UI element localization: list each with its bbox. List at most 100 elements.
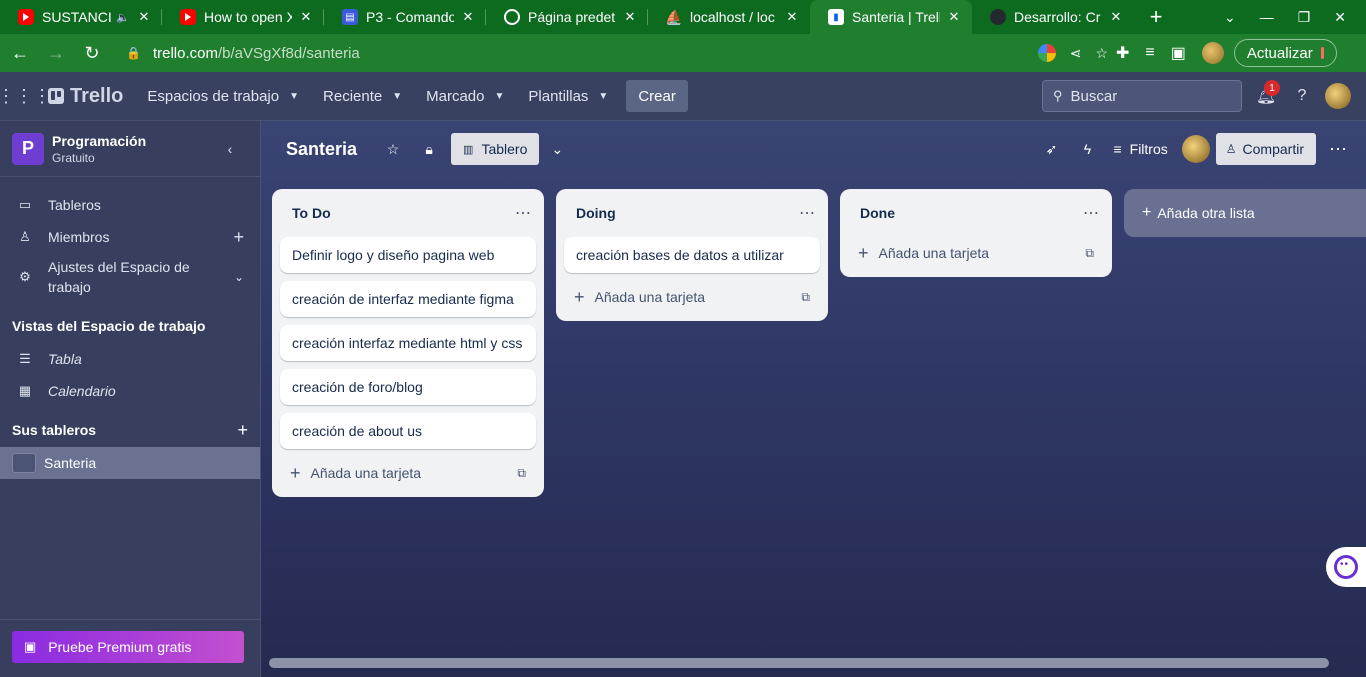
update-button[interactable]: Actualizar: [1233, 39, 1337, 67]
tab-search-icon[interactable]: ⌄: [1224, 9, 1236, 26]
menu-starred[interactable]: Marcado ▼: [414, 80, 516, 112]
google-icon[interactable]: [1037, 44, 1056, 62]
close-window-icon[interactable]: ✕: [1334, 9, 1346, 26]
menu-recent[interactable]: Reciente ▼: [311, 80, 414, 112]
sidebar-item-table[interactable]: ☰ Tabla: [0, 343, 260, 375]
browser-tab[interactable]: Página predet ✕: [486, 0, 648, 34]
card-template-icon[interactable]: ⧉: [1085, 246, 1094, 261]
new-tab-button[interactable]: +: [1140, 4, 1172, 30]
close-tab-icon[interactable]: ✕: [1108, 9, 1124, 25]
close-tab-icon[interactable]: ✕: [298, 9, 314, 25]
lock-icon[interactable]: 🔒: [126, 46, 141, 60]
add-card-button[interactable]: + Añada una tarjeta ⧉: [280, 457, 536, 489]
document-icon: ▤: [342, 9, 358, 25]
browser-tab[interactable]: ⛵ localhost / loc ✕: [648, 0, 810, 34]
add-list-button[interactable]: + Añada otra lista: [1124, 189, 1366, 237]
notifications-button[interactable]: 🔔︎ 1: [1248, 78, 1284, 114]
assistant-bubble[interactable]: [1326, 547, 1366, 587]
tab-title: How to open X: [204, 9, 292, 25]
sidebar-item-settings[interactable]: ⚙ Ajustes del Espacio de trabajo ⌄: [0, 253, 260, 301]
list-title[interactable]: To Do: [292, 205, 331, 221]
side-panel-icon[interactable]: ▣: [1171, 43, 1186, 63]
list-title[interactable]: Done: [860, 205, 895, 221]
list-menu-icon[interactable]: ⋯: [515, 203, 532, 223]
add-member-button[interactable]: +: [233, 227, 244, 248]
workspace-header: P Programación Gratuito ‹: [0, 121, 260, 177]
board-thumbnail: [12, 453, 36, 473]
restore-icon[interactable]: ❐: [1298, 9, 1311, 26]
youtube-icon: [180, 9, 196, 25]
star-icon[interactable]: ☆: [375, 133, 411, 165]
extensions-icon[interactable]: ✚: [1116, 43, 1129, 63]
more-options-icon[interactable]: ⋯: [1320, 139, 1356, 160]
card[interactable]: creación de foro/blog: [280, 369, 536, 405]
menu-templates[interactable]: Plantillas ▼: [516, 80, 620, 112]
create-button[interactable]: Crear: [626, 80, 688, 112]
filters-button[interactable]: ≡ Filtros: [1105, 133, 1175, 165]
profile-avatar[interactable]: [1201, 42, 1224, 64]
chevron-down-icon[interactable]: ⌄: [539, 133, 575, 165]
list-todo: To Do ⋯ Definir logo y diseño pagina web…: [272, 189, 544, 497]
browser-toolbar: ← → ↻ 🔒 trello.com/b/aVSgXf8d/santeria ⋖…: [0, 34, 1366, 72]
url-text[interactable]: trello.com/b/aVSgXf8d/santeria: [153, 45, 360, 62]
address-bar[interactable]: 🔒 trello.com/b/aVSgXf8d/santeria ⋖ ☆: [116, 38, 1116, 68]
account-button[interactable]: [1320, 78, 1356, 114]
menu-workspaces[interactable]: Espacios de trabajo ▼: [135, 80, 311, 112]
card[interactable]: creación de interfaz mediante figma: [280, 281, 536, 317]
card[interactable]: creación bases de datos a utilizar: [564, 237, 820, 273]
back-icon[interactable]: ←: [4, 37, 36, 69]
share-button[interactable]: ♙ Compartir: [1215, 133, 1316, 165]
bookmark-star-icon[interactable]: ☆: [1095, 45, 1108, 62]
add-board-button[interactable]: +: [237, 420, 248, 441]
help-icon[interactable]: ?: [1284, 78, 1320, 114]
close-tab-icon[interactable]: ✕: [946, 9, 962, 25]
close-tab-icon[interactable]: ✕: [784, 9, 800, 25]
automation-icon[interactable]: ϟ: [1069, 133, 1105, 165]
speaker-icon[interactable]: 🔈: [116, 11, 130, 24]
tab-title: Santeria | Trell: [852, 9, 940, 25]
media-control-icon[interactable]: ≡: [1145, 44, 1154, 62]
browser-tab[interactable]: How to open X ✕: [162, 0, 324, 34]
card[interactable]: creación interfaz mediante html y css: [280, 325, 536, 361]
close-tab-icon[interactable]: ✕: [622, 9, 638, 25]
card[interactable]: creación de about us: [280, 413, 536, 449]
browser-tab[interactable]: Desarrollo: Cr ✕: [972, 0, 1134, 34]
list-title[interactable]: Doing: [576, 205, 616, 221]
search-input[interactable]: ⚲ Buscar: [1042, 80, 1242, 112]
collapse-sidebar-button[interactable]: ‹: [216, 135, 244, 163]
app-switcher-icon[interactable]: ⋮⋮⋮: [0, 72, 51, 120]
add-card-button[interactable]: + Añada una tarjeta ⧉: [564, 281, 820, 313]
card-template-icon[interactable]: ⧉: [801, 290, 810, 305]
power-ups-icon[interactable]: ➶: [1033, 133, 1069, 165]
sidebar-item-members[interactable]: ♙ Miembros +: [0, 221, 260, 253]
premium-button[interactable]: ▣ Pruebe Premium gratis: [12, 631, 244, 663]
share-icon[interactable]: ⋖: [1070, 45, 1082, 62]
list-menu-icon[interactable]: ⋯: [799, 203, 816, 223]
board-title[interactable]: Santeria: [286, 139, 357, 160]
sidebar-board-santeria[interactable]: Santeria: [0, 447, 260, 479]
forward-icon[interactable]: →: [40, 37, 72, 69]
reload-icon[interactable]: ↻: [76, 37, 108, 69]
workspace-badge[interactable]: P: [12, 132, 44, 165]
sidebar-views-title: Vistas del Espacio de trabajo: [12, 318, 206, 334]
browser-tab[interactable]: ▤ P3 - Comandos ✕: [324, 0, 486, 34]
minimize-icon[interactable]: —: [1260, 9, 1274, 25]
card[interactable]: Definir logo y diseño pagina web: [280, 237, 536, 273]
close-tab-icon[interactable]: ✕: [136, 9, 152, 25]
close-tab-icon[interactable]: ✕: [460, 9, 476, 25]
chevron-down-icon[interactable]: ⌄: [234, 270, 244, 284]
browser-tab-active[interactable]: ▮ Santeria | Trell ✕: [810, 0, 972, 34]
board-view-button[interactable]: ▥ Tablero: [451, 133, 540, 165]
workspace-name[interactable]: Programación: [52, 133, 146, 149]
card-template-icon[interactable]: ⧉: [517, 466, 526, 481]
plus-icon: +: [858, 242, 869, 263]
list-menu-icon[interactable]: ⋯: [1083, 203, 1100, 223]
horizontal-scrollbar[interactable]: [269, 658, 1329, 668]
member-avatar[interactable]: [1181, 135, 1210, 163]
visibility-lock-icon[interactable]: 🔒︎: [411, 133, 447, 165]
sidebar-item-boards[interactable]: ▭ Tableros: [0, 189, 260, 221]
trello-logo[interactable]: Trello: [48, 85, 123, 108]
add-card-button[interactable]: + Añada una tarjeta ⧉: [848, 237, 1104, 269]
sidebar-item-calendar[interactable]: ▦ Calendario: [0, 375, 260, 407]
browser-tab[interactable]: SUSTANCIA 🔈 ✕: [0, 0, 162, 34]
